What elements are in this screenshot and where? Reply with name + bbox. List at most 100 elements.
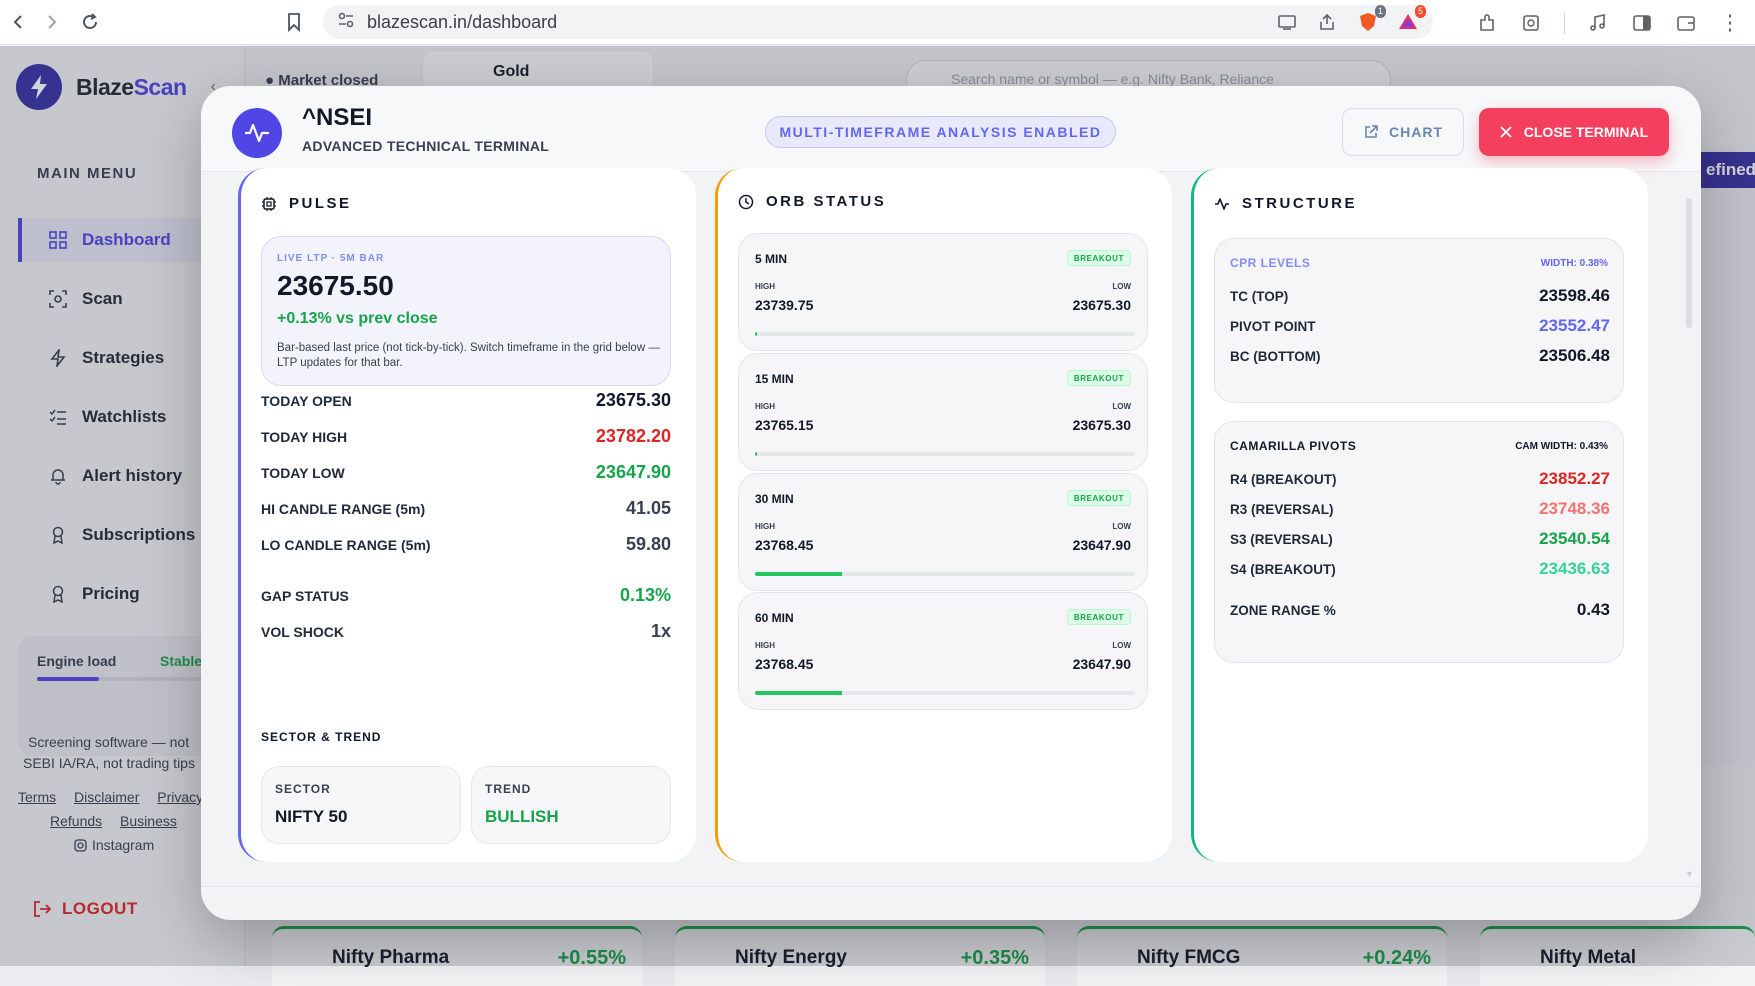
- cam-row-s4: S4 (BREAKOUT) 23436.63: [1230, 559, 1610, 579]
- breakout-badge: BREAKOUT: [1066, 490, 1131, 506]
- ltp-note: Bar-based last price (not tick-by-tick).…: [277, 342, 660, 369]
- trend-card: TREND BULLISH: [471, 766, 671, 844]
- address-bar[interactable]: blazescan.in/dashboard 1 5: [323, 5, 1433, 39]
- extensions-icon[interactable]: [1476, 12, 1498, 34]
- level-label: BC (BOTTOM): [1230, 348, 1321, 364]
- stat-vol-shock: VOL SHOCK 1x: [261, 621, 671, 642]
- scroll-down-icon[interactable]: ▼: [1685, 869, 1694, 879]
- stat-label: HI CANDLE RANGE (5m): [261, 500, 426, 517]
- orb-low-label: LOW: [1112, 402, 1131, 411]
- level-value: 23852.27: [1539, 469, 1610, 488]
- sector-card: SECTOR NIFTY 50: [261, 766, 461, 844]
- stat-label: TODAY HIGH: [261, 428, 348, 445]
- orb-high-value: 23768.45: [755, 656, 814, 672]
- chart-button[interactable]: CHART: [1342, 108, 1464, 156]
- shield-badge: 1: [1374, 5, 1386, 18]
- level-label: R3 (REVERSAL): [1230, 501, 1334, 517]
- close-terminal-button[interactable]: CLOSE TERMINAL: [1479, 108, 1669, 156]
- brave-rewards-icon[interactable]: 5: [1397, 5, 1426, 38]
- level-label: S3 (REVERSAL): [1230, 531, 1333, 547]
- wallet-icon[interactable]: [1675, 12, 1697, 34]
- close-icon: [1500, 126, 1512, 138]
- cpr-row-pivot: PIVOT POINT 23552.47: [1230, 316, 1610, 336]
- site-settings-icon[interactable]: [337, 12, 355, 33]
- orb-high-label: HIGH: [755, 282, 775, 291]
- orb-progress-fill: [755, 691, 843, 695]
- terminal-subtitle: ADVANCED TECHNICAL TERMINAL: [302, 138, 550, 154]
- orb-title: ORB STATUS: [738, 193, 886, 210]
- trend-label: TREND: [485, 782, 532, 796]
- sidebar-toggle-icon[interactable]: [1631, 12, 1653, 34]
- bookmark-icon[interactable]: [280, 8, 308, 36]
- stat-label: GAP STATUS: [261, 587, 349, 604]
- modal-header: ^NSEI ADVANCED TECHNICAL TERMINAL MULTI-…: [201, 86, 1701, 172]
- stat-value: 23647.90: [595, 462, 671, 482]
- reload-icon[interactable]: [76, 8, 104, 36]
- terminal-modal: ^NSEI ADVANCED TECHNICAL TERMINAL MULTI-…: [201, 86, 1701, 920]
- cpu-icon: [262, 196, 276, 211]
- stat-today-open: TODAY OPEN 23675.30: [261, 390, 671, 411]
- pulse-title-text: PULSE: [289, 195, 352, 212]
- share-icon[interactable]: [1317, 12, 1337, 37]
- orb-low-label: LOW: [1112, 522, 1131, 531]
- breakout-badge: BREAKOUT: [1066, 370, 1131, 386]
- stat-value: 59.80: [625, 534, 671, 554]
- orb-timeframe: 30 MIN: [755, 492, 794, 506]
- forward-icon[interactable]: [38, 8, 66, 36]
- orb-low-label: LOW: [1112, 282, 1131, 291]
- cpr-width: WIDTH: 0.38%: [1540, 258, 1608, 269]
- chart-button-label: CHART: [1389, 124, 1443, 140]
- orb-high-label: HIGH: [755, 402, 775, 411]
- zone-range-row: ZONE RANGE % 0.43: [1230, 600, 1610, 620]
- browser-extension-icons: [1476, 0, 1755, 45]
- cpr-heading: CPR LEVELS: [1230, 256, 1311, 270]
- orb-title-text: ORB STATUS: [766, 193, 887, 210]
- back-icon[interactable]: [4, 8, 32, 36]
- sector-value: NIFTY 50: [275, 807, 348, 826]
- orb-low-value: 23647.90: [1072, 656, 1131, 672]
- browser-toolbar: blazescan.in/dashboard 1 5: [0, 0, 1755, 45]
- stat-value: 41.05: [625, 498, 671, 518]
- camarilla-pivots-card: CAMARILLA PIVOTS CAM WIDTH: 0.43% R4 (BR…: [1214, 421, 1624, 663]
- stat-value: 1x: [650, 621, 671, 641]
- orb-status-panel: ORB STATUS 5 MIN BREAKOUT HIGH LOW 23739…: [715, 168, 1172, 862]
- structure-title: STRUCTURE: [1214, 195, 1357, 212]
- level-value: 23506.48: [1539, 346, 1610, 365]
- stat-value: 0.13%: [619, 585, 671, 605]
- rewards-badge: 5: [1414, 5, 1426, 18]
- activity-icon: [1215, 197, 1229, 210]
- pulse-panel: PULSE LIVE LTP · 5M BAR 23675.50 +0.13% …: [238, 168, 696, 862]
- structure-title-text: STRUCTURE: [1242, 195, 1357, 212]
- modal-scrollbar[interactable]: [1686, 198, 1692, 328]
- zone-range-label: ZONE RANGE %: [1230, 602, 1336, 618]
- stat-gap-status: GAP STATUS 0.13%: [261, 585, 671, 606]
- brave-shield-icon[interactable]: 1: [1357, 5, 1386, 38]
- external-link-icon: [1365, 125, 1378, 138]
- camarilla-width: CAM WIDTH: 0.43%: [1515, 441, 1608, 452]
- stat-value: 23675.30: [595, 390, 671, 410]
- cam-row-r3: R3 (REVERSAL) 23748.36: [1230, 499, 1610, 519]
- clock-icon: [738, 194, 754, 209]
- activity-icon: [232, 108, 282, 158]
- menu-icon[interactable]: [1719, 12, 1741, 34]
- orb-low-value: 23675.30: [1072, 297, 1131, 313]
- stat-label: LO CANDLE RANGE (5m): [261, 536, 431, 553]
- stat-today-high: TODAY HIGH 23782.20: [261, 426, 671, 447]
- cast-icon[interactable]: [1277, 13, 1297, 36]
- stat-label: TODAY OPEN: [261, 392, 352, 409]
- sector-label: SECTOR: [275, 782, 331, 796]
- orb-card: 5 MIN BREAKOUT HIGH LOW 23739.75 23675.3…: [738, 233, 1148, 351]
- level-label: PIVOT POINT: [1230, 318, 1316, 334]
- reader-mode-icon[interactable]: [1520, 12, 1542, 34]
- sector-trend-heading: SECTOR & TREND: [261, 730, 382, 744]
- orb-progress-bar: [755, 572, 1135, 576]
- cpr-row-tc: TC (TOP) 23598.46: [1230, 286, 1610, 306]
- orb-high-label: HIGH: [755, 641, 775, 650]
- stat-today-low: TODAY LOW 23647.90: [261, 462, 671, 483]
- media-icon[interactable]: [1587, 12, 1609, 34]
- orb-progress-bar: [755, 452, 1135, 456]
- orb-progress-fill: [755, 452, 757, 456]
- mtf-badge: MULTI-TIMEFRAME ANALYSIS ENABLED: [765, 116, 1116, 148]
- ltp-value: 23675.50: [277, 270, 394, 301]
- structure-panel: STRUCTURE CPR LEVELS WIDTH: 0.38% TC (TO…: [1191, 168, 1648, 862]
